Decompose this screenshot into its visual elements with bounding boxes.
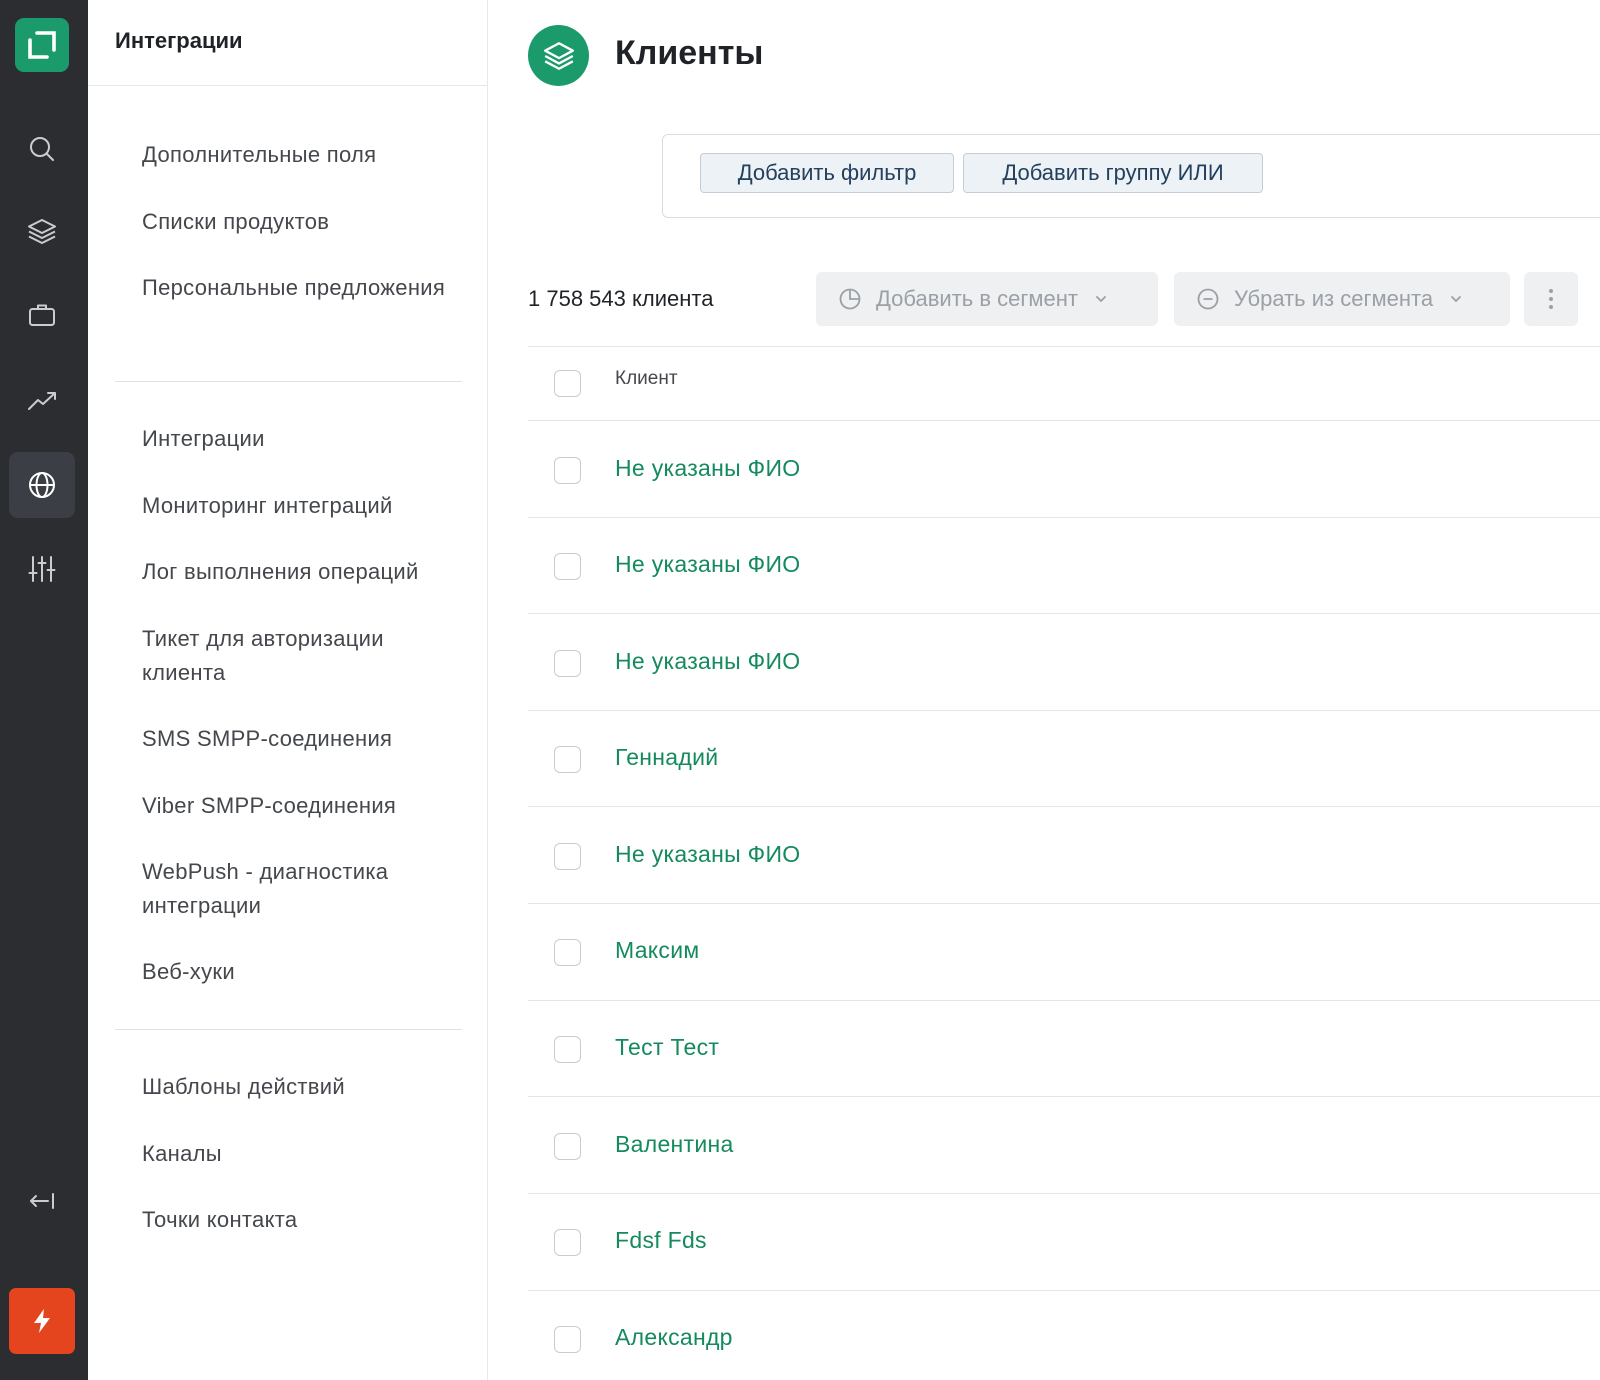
row-checkbox[interactable] bbox=[554, 1326, 581, 1353]
logo-icon[interactable] bbox=[15, 18, 69, 72]
row-checkbox[interactable] bbox=[554, 650, 581, 677]
divider bbox=[115, 381, 462, 382]
divider bbox=[88, 85, 487, 86]
row-divider bbox=[528, 1096, 1600, 1097]
row-divider bbox=[528, 710, 1600, 711]
nav-item-operations-log[interactable]: Лог выполнения операций bbox=[142, 555, 462, 589]
collapse-left-icon[interactable] bbox=[9, 1168, 75, 1234]
row-checkbox[interactable] bbox=[554, 843, 581, 870]
client-name-link[interactable]: Не указаны ФИО bbox=[615, 551, 800, 578]
divider bbox=[115, 1029, 462, 1030]
nav-item-additional-fields[interactable]: Дополнительные поля bbox=[142, 138, 462, 172]
search-icon[interactable] bbox=[9, 116, 75, 182]
globe-icon[interactable] bbox=[9, 452, 75, 518]
nav-item-product-lists[interactable]: Списки продуктов bbox=[142, 205, 462, 239]
client-name-link[interactable]: Геннадий bbox=[615, 744, 718, 771]
nav-item-viber-smpp[interactable]: Viber SMPP-соединения bbox=[142, 789, 462, 823]
row-divider bbox=[528, 613, 1600, 614]
layers-icon bbox=[528, 25, 589, 86]
main-content: Клиенты Добавить фильтр Добавить группу … bbox=[488, 0, 1600, 1380]
nav-item-integration-monitoring[interactable]: Мониторинг интеграций bbox=[142, 489, 462, 523]
client-name-link[interactable]: Не указаны ФИО bbox=[615, 841, 800, 868]
table-header-border bbox=[528, 420, 1600, 421]
subnav-title: Интеграции bbox=[115, 28, 243, 53]
row-divider bbox=[528, 517, 1600, 518]
nav-item-action-templates[interactable]: Шаблоны действий bbox=[142, 1070, 462, 1104]
row-divider bbox=[528, 1193, 1600, 1194]
row-divider bbox=[528, 1000, 1600, 1001]
row-checkbox[interactable] bbox=[554, 1229, 581, 1256]
nav-item-integrations[interactable]: Интеграции bbox=[142, 422, 462, 456]
nav-item-touchpoints[interactable]: Точки контакта bbox=[142, 1203, 462, 1237]
add-or-group-button[interactable]: Добавить группу ИЛИ bbox=[963, 153, 1263, 193]
client-name-link[interactable]: Не указаны ФИО bbox=[615, 455, 800, 482]
table-top-border bbox=[528, 346, 1600, 347]
chevron-down-icon bbox=[1096, 296, 1106, 303]
more-vertical-icon[interactable] bbox=[1524, 272, 1578, 326]
client-name-link[interactable]: Максим bbox=[615, 937, 700, 964]
filter-panel: Добавить фильтр Добавить группу ИЛИ bbox=[662, 134, 1600, 218]
clients-count: 1 758 543 клиента bbox=[528, 286, 714, 311]
client-name-link[interactable]: Александр bbox=[615, 1324, 733, 1351]
chevron-down-icon bbox=[1451, 296, 1461, 303]
nav-item-channels[interactable]: Каналы bbox=[142, 1137, 462, 1171]
layers-icon[interactable] bbox=[9, 198, 75, 264]
row-checkbox[interactable] bbox=[554, 746, 581, 773]
client-name-link[interactable]: Тест Тест bbox=[615, 1034, 719, 1061]
nav-item-personal-offers[interactable]: Персональные предложения bbox=[142, 271, 462, 305]
briefcase-icon[interactable] bbox=[9, 282, 75, 348]
add-to-segment-label: Добавить в сегмент bbox=[876, 286, 1078, 311]
row-divider bbox=[528, 903, 1600, 904]
row-checkbox[interactable] bbox=[554, 1133, 581, 1160]
remove-from-segment-label: Убрать из сегмента bbox=[1234, 286, 1434, 311]
row-checkbox[interactable] bbox=[554, 1036, 581, 1063]
nav-item-sms-smpp[interactable]: SMS SMPP-соединения bbox=[142, 722, 462, 756]
minus-circle-icon bbox=[1197, 288, 1219, 310]
sliders-icon[interactable] bbox=[9, 536, 75, 602]
add-to-segment-button[interactable]: Добавить в сегмент bbox=[816, 272, 1158, 326]
trend-up-icon[interactable] bbox=[9, 368, 75, 434]
row-checkbox[interactable] bbox=[554, 939, 581, 966]
nav-item-webhooks[interactable]: Веб-хуки bbox=[142, 955, 462, 989]
secondary-nav: Интеграции Дополнительные поля Списки пр… bbox=[88, 0, 488, 1380]
row-checkbox[interactable] bbox=[554, 553, 581, 580]
client-name-link[interactable]: Не указаны ФИО bbox=[615, 648, 800, 675]
nav-item-webpush-diagnostics[interactable]: WebPush - диагностика интеграции bbox=[142, 855, 462, 923]
remove-from-segment-button[interactable]: Убрать из сегмента bbox=[1174, 272, 1510, 326]
nav-item-auth-ticket[interactable]: Тикет для авторизации клиента bbox=[142, 622, 462, 690]
client-name-link[interactable]: Валентина bbox=[615, 1131, 734, 1158]
select-all-checkbox[interactable] bbox=[554, 370, 581, 397]
row-divider bbox=[528, 1290, 1600, 1291]
client-name-link[interactable]: Fdsf Fds bbox=[615, 1227, 707, 1254]
column-header-client: Клиент bbox=[615, 368, 678, 389]
row-checkbox[interactable] bbox=[554, 457, 581, 484]
add-filter-button[interactable]: Добавить фильтр bbox=[700, 153, 954, 193]
row-divider bbox=[528, 806, 1600, 807]
bolt-icon[interactable] bbox=[9, 1288, 75, 1354]
page-title: Клиенты bbox=[615, 34, 764, 72]
pie-chart-icon bbox=[839, 288, 861, 310]
app-rail bbox=[0, 0, 88, 1380]
